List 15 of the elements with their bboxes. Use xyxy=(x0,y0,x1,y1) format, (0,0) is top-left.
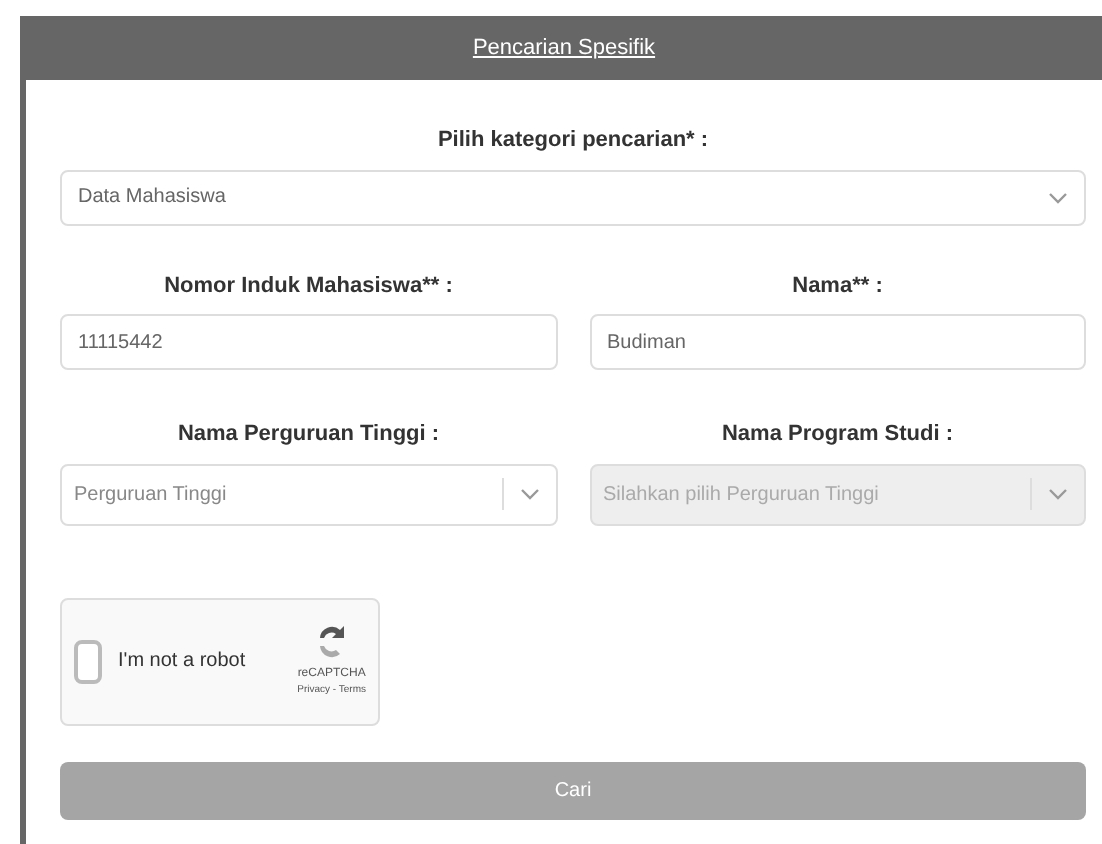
header-title: Pencarian Spesifik xyxy=(472,33,656,64)
text-field[interactable]: Budiman xyxy=(589,314,1086,370)
select-field[interactable]: Perguruan Tinggi xyxy=(60,463,557,525)
text-field[interactable]: 11115442 xyxy=(60,314,557,370)
chevron-down-icon xyxy=(1048,488,1068,500)
chevron-down-icon xyxy=(519,488,539,500)
category-select[interactable]: Data Mahasiswa xyxy=(60,169,1086,225)
captcha-label: I'm not a robot xyxy=(118,648,248,676)
field-label: Nama** : xyxy=(790,271,885,301)
field-label: Nama Program Studi : xyxy=(719,420,956,450)
captcha-checkbox[interactable] xyxy=(74,639,102,683)
chevron-down-icon xyxy=(1048,191,1068,203)
category-label: Pilih kategori pencarian* : xyxy=(435,126,711,156)
field-label: Nomor Induk Mahasiswa** : xyxy=(162,271,455,301)
field-label: Nama Perguruan Tinggi : xyxy=(175,420,442,450)
